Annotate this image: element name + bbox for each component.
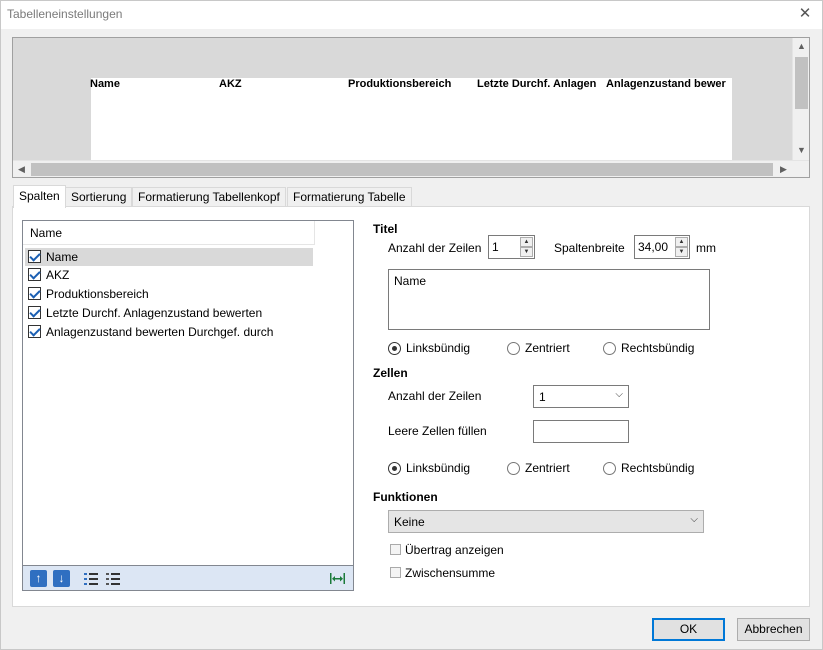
titel-align-center-radio[interactable]: Zentriert [507, 341, 587, 357]
move-up-icon[interactable]: ↑ [30, 570, 47, 587]
scroll-down-icon[interactable]: ▼ [793, 142, 810, 159]
zellen-rows-select[interactable]: 1 ⌵ [533, 385, 629, 408]
deselect-all-icon[interactable] [105, 570, 122, 587]
list-item-label: Name [46, 250, 79, 264]
cancel-button[interactable]: Abbrechen [737, 618, 810, 641]
chevron-down-icon: ⌵ [690, 514, 698, 525]
radio-label: Rechtsbündig [621, 461, 695, 475]
list-item[interactable]: Letzte Durchf. Anlagenzustand bewerten [25, 304, 313, 322]
section-titel: Titel [373, 222, 398, 236]
column-width-value: 34,00 [638, 240, 669, 254]
titel-rows-label: Anzahl der Zeilen [388, 241, 482, 255]
column-checkbox[interactable] [28, 325, 41, 338]
list-item-label: Anlagenzustand bewerten Durchgef. durch [46, 325, 274, 339]
column-list-header[interactable]: Name [23, 221, 315, 245]
stepper-down-icon[interactable]: ▼ [520, 247, 533, 257]
titel-align-right-radio[interactable]: Rechtsbündig [603, 341, 703, 357]
stepper-up-icon[interactable]: ▲ [520, 237, 533, 247]
column-list-toolbar: ↑ ↓ [22, 566, 354, 591]
stepper-up-icon[interactable]: ▲ [675, 237, 688, 247]
titel-align-left-radio[interactable]: Linksbündig [388, 341, 478, 357]
fill-empty-cells-input[interactable] [533, 420, 629, 443]
section-funktionen: Funktionen [373, 490, 438, 504]
tab-formatierung-tabellenkopf[interactable]: Formatierung Tabellenkopf [132, 187, 286, 207]
scroll-up-icon[interactable]: ▲ [793, 38, 810, 55]
preview-column-header: Produktionsbereich [348, 78, 452, 90]
checkbox-indicator [390, 567, 401, 578]
table-preview: Name AKZ Produktionsbereich Letzte Durch… [12, 37, 810, 178]
ok-button[interactable]: OK [652, 618, 725, 641]
radio-label: Zentriert [525, 341, 570, 355]
zellen-align-left-radio[interactable]: Linksbündig [388, 461, 478, 477]
section-zellen: Zellen [373, 366, 408, 380]
column-width-stepper[interactable]: 34,00 ▲ ▼ [634, 235, 690, 259]
list-item[interactable]: Name [25, 248, 313, 266]
zellen-align-center-radio[interactable]: Zentriert [507, 461, 587, 477]
checkbox-label: Zwischensumme [405, 566, 496, 580]
column-checkbox[interactable] [28, 268, 41, 281]
radio-label: Rechtsbündig [621, 341, 695, 355]
scroll-left-icon[interactable]: ◀ [13, 161, 30, 178]
tab-spalten[interactable]: Spalten [13, 185, 66, 208]
column-checkbox[interactable] [28, 306, 41, 319]
radio-indicator [603, 342, 616, 355]
radio-indicator [388, 462, 401, 475]
window-title: Tabelleneinstellungen [7, 7, 123, 21]
list-item[interactable]: AKZ [25, 266, 313, 284]
close-icon[interactable]: ✕ [794, 4, 816, 24]
radio-indicator [388, 342, 401, 355]
radio-indicator [603, 462, 616, 475]
radio-indicator [507, 342, 520, 355]
tab-sortierung[interactable]: Sortierung [65, 187, 133, 207]
radio-label: Zentriert [525, 461, 570, 475]
stepper-buttons: ▲ ▼ [675, 237, 688, 257]
scroll-thumb[interactable] [795, 57, 808, 109]
preview-column-header: Name [90, 78, 120, 90]
preview-column-header: Letzte Durchf. Anlagen [477, 78, 597, 90]
column-width-label: Spaltenbreite [554, 241, 625, 255]
tab-formatierung-tabelle[interactable]: Formatierung Tabelle [287, 187, 412, 207]
tab-panel-spalten: Name Name AKZ Produktionsbereich Letzte … [12, 206, 810, 607]
stepper-down-icon[interactable]: ▼ [675, 247, 688, 257]
zellen-align-right-radio[interactable]: Rechtsbündig [603, 461, 703, 477]
titel-rows-value: 1 [492, 240, 499, 254]
funktionen-select[interactable]: Keine ⌵ [388, 510, 704, 533]
stepper-buttons: ▲ ▼ [520, 237, 533, 257]
checkbox-indicator [390, 544, 401, 555]
column-checkbox[interactable] [28, 287, 41, 300]
zellen-rows-label: Anzahl der Zeilen [388, 389, 482, 403]
move-down-icon[interactable]: ↓ [53, 570, 70, 587]
select-value: 1 [539, 390, 546, 404]
radio-label: Linksbündig [406, 341, 471, 355]
fill-empty-cells-label: Leere Zellen füllen [388, 424, 487, 438]
select-value: Keine [394, 515, 425, 529]
dialog-window: Tabelleneinstellungen ✕ Name AKZ Produkt… [0, 0, 823, 650]
column-checkbox[interactable] [28, 250, 41, 263]
scroll-right-icon[interactable]: ▶ [775, 161, 792, 178]
preview-column-header: AKZ [219, 78, 242, 90]
select-all-icon[interactable] [83, 570, 100, 587]
list-item[interactable]: Anlagenzustand bewerten Durchgef. durch [25, 323, 313, 341]
column-list[interactable]: Name Name AKZ Produktionsbereich Letzte … [22, 220, 354, 566]
titel-rows-stepper[interactable]: 1 ▲ ▼ [488, 235, 535, 259]
title-bar: Tabelleneinstellungen ✕ [1, 1, 822, 29]
titel-text-input[interactable]: Name [388, 269, 710, 330]
preview-column-header: Anlagenzustand bewer [606, 78, 726, 90]
radio-indicator [507, 462, 520, 475]
preview-vertical-scrollbar[interactable]: ▲ ▼ [792, 38, 809, 160]
radio-label: Linksbündig [406, 461, 471, 475]
preview-paper [91, 78, 732, 160]
checkbox-label: Übertrag anzeigen [405, 543, 504, 557]
list-item-label: Letzte Durchf. Anlagenzustand bewerten [46, 306, 263, 320]
column-width-unit: mm [696, 241, 716, 255]
list-item-label: Produktionsbereich [46, 287, 149, 301]
chevron-down-icon: ⌵ [615, 389, 623, 400]
zwischensumme-checkbox[interactable]: Zwischensumme [390, 566, 510, 581]
uebertrag-checkbox[interactable]: Übertrag anzeigen [390, 543, 510, 558]
list-item[interactable]: Produktionsbereich [25, 285, 313, 303]
preview-horizontal-scrollbar[interactable]: ◀ ▶ [13, 160, 809, 177]
fit-width-icon[interactable] [329, 570, 346, 587]
scroll-thumb[interactable] [31, 163, 773, 176]
list-item-label: AKZ [46, 268, 70, 282]
